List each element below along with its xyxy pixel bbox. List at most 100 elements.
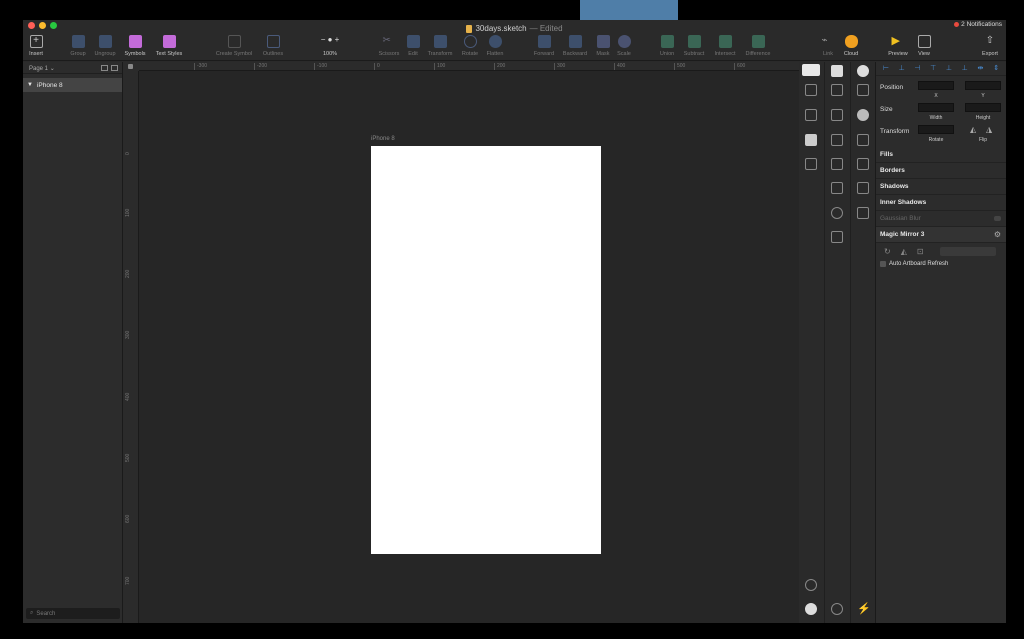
flip-vertical-icon[interactable]: ◮ [986,125,992,134]
text-styles-button[interactable]: Text Styles [152,35,186,57]
create-symbol-icon [227,35,241,48]
checkbox-icon[interactable] [880,261,886,267]
minimize-button[interactable] [39,22,46,29]
settings-icon[interactable] [831,603,843,615]
upload-icon[interactable] [831,84,843,96]
align-vcenter-icon[interactable]: ⊥ [945,65,953,72]
disclosure-triangle-icon[interactable]: ▼ [27,82,33,88]
layout-icon[interactable] [831,158,843,170]
canvas[interactable]: -300 -200 -100 0 100 200 300 400 500 600… [123,62,799,623]
layer-name: iPhone 8 [36,81,63,89]
duplicate-icon[interactable] [857,158,869,170]
plus-icon: + [29,35,43,48]
page-selector[interactable]: Page 1 ⌄ [23,62,122,74]
artboard-title[interactable]: iPhone 8 [371,136,395,142]
export-button[interactable]: ⇧ Export [973,35,1006,57]
fills-section[interactable]: Fills [876,147,1006,163]
cloud-button[interactable]: Cloud [834,35,868,57]
distribute-h-icon[interactable]: ⇹ [976,65,984,72]
inner-shadows-section[interactable]: Inner Shadows [876,195,1006,211]
create-symbol-button[interactable]: Create Symbol [216,35,252,57]
blur-toggle[interactable] [994,216,1001,221]
help-icon[interactable] [805,579,817,591]
flip-horizontal-icon[interactable]: ◭ [970,125,976,134]
flip-icon[interactable]: ◭ [901,247,907,256]
size-row: Size Width Height [876,103,1006,125]
swap-icon[interactable] [831,109,843,121]
resize-icon[interactable] [857,182,869,194]
image-icon[interactable] [857,134,869,146]
align-right-icon[interactable]: ⊣ [913,65,921,72]
y-field[interactable] [965,81,1001,90]
width-label: Width [929,115,943,121]
borders-section[interactable]: Borders [876,163,1006,179]
backward-icon [568,35,582,48]
notifications-badge[interactable]: 2 Notifications [954,21,1002,28]
width-field[interactable] [918,103,954,112]
transform-button[interactable]: Transform [423,35,457,57]
horizontal-ruler[interactable]: -300 -200 -100 0 100 200 300 400 500 600 [139,62,799,71]
ruler-corner[interactable] [123,62,139,71]
sketch-window: 30days.sketch — Edited 2 Notifications +… [23,20,1006,623]
grid-icon[interactable] [805,134,817,146]
shadows-section[interactable]: Shadows [876,179,1006,195]
layer-row[interactable]: ▼ iPhone 8 [23,78,122,92]
height-field[interactable] [965,103,1001,112]
transform-icon [433,35,447,48]
layer-search-input[interactable]: ⌕ Search [26,608,120,619]
screenshot-icon[interactable] [831,182,843,194]
search-icon: ⌕ [30,610,34,616]
artboard[interactable] [371,146,601,554]
view-button[interactable]: View [907,35,941,57]
frame-icon[interactable] [805,158,817,170]
align-hcenter-icon[interactable]: ⊥ [898,65,906,72]
hexagon-icon[interactable] [857,109,869,121]
checklist-icon[interactable] [831,134,843,146]
vertical-ruler[interactable]: 0 100 200 300 400 500 600 700 [123,71,139,623]
scale-button[interactable]: Scale [607,35,641,57]
distribute-v-icon[interactable]: ⇕ [992,65,1000,72]
ungroup-button[interactable]: Ungroup [88,35,122,57]
lock-icon[interactable]: ⊡ [917,247,924,256]
insert-button[interactable]: + Insert [23,35,53,57]
inspector-toggle-icon[interactable] [802,64,820,76]
text-styles-icon [162,35,176,48]
forward-button[interactable]: Forward [527,35,561,57]
difference-button[interactable]: Difference [741,35,775,57]
zoom-button[interactable] [50,22,57,29]
ruler-tick: 300 [125,330,131,339]
flatten-button[interactable]: Flatten [478,35,512,57]
intersect-button[interactable]: Intersect [708,35,742,57]
close-button[interactable] [28,22,35,29]
symbols-button[interactable]: Symbols [118,35,152,57]
add-image-icon[interactable] [857,207,869,219]
refresh-icon[interactable]: ↻ [884,247,891,256]
align-top-icon[interactable]: ⊤ [929,65,937,72]
artboard-list-icon[interactable] [805,109,817,121]
auto-refresh-checkbox[interactable]: Auto Artboard Refresh [876,259,1006,269]
table-icon[interactable] [831,231,843,243]
rotate-field[interactable] [918,125,954,134]
palette-icon[interactable] [831,207,843,219]
gear-icon[interactable]: ⚙ [994,230,1001,239]
gaussian-blur-section[interactable]: Gaussian Blur [876,211,1006,227]
list-icon[interactable] [101,65,108,71]
view-icon [917,35,931,48]
x-field[interactable] [918,81,954,90]
zoom-control[interactable]: − ● +100% [313,35,347,57]
subtract-button[interactable]: Subtract [677,35,711,57]
position-row: Position X Y [876,81,1006,103]
new-page-icon[interactable] [805,84,817,96]
craft-icon[interactable] [857,65,869,77]
share-icon[interactable] [857,84,869,96]
align-left-icon[interactable]: ⊢ [882,65,890,72]
toolbar: + Insert Group Ungroup Symbols Text Style… [23,32,1006,61]
link-icon: ⌁ [821,35,828,46]
artboard-dropdown[interactable] [939,246,996,256]
outlines-button[interactable]: Outlines [256,35,290,57]
lightning-icon[interactable]: ⚡ [857,603,871,615]
align-bottom-icon[interactable]: ⊥ [961,65,969,72]
info-icon[interactable] [805,603,817,615]
kit-icon[interactable] [831,65,843,77]
panel-icon[interactable] [111,65,118,71]
